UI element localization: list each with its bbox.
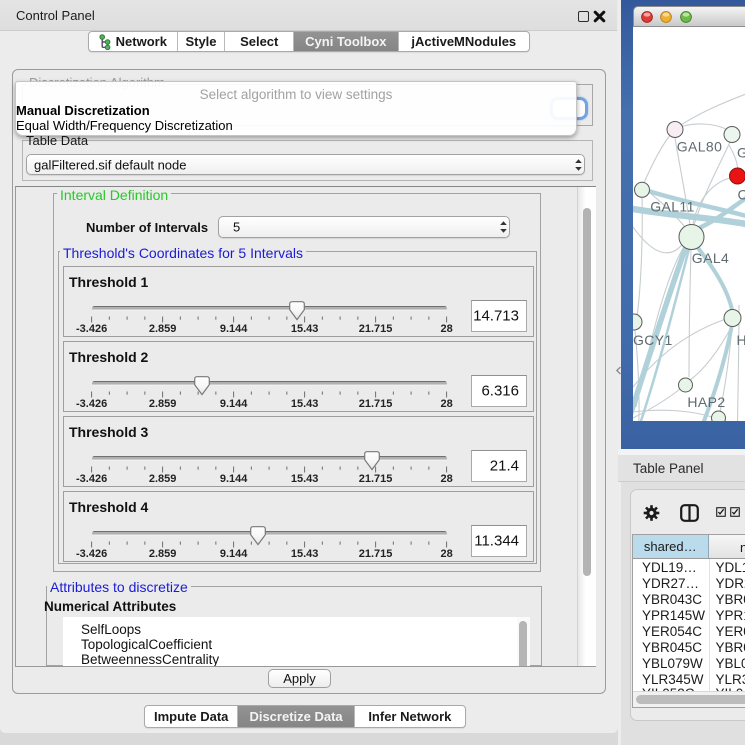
svg-text:GCY1: GCY1: [633, 332, 673, 348]
svg-text:GAL11: GAL11: [650, 199, 695, 215]
svg-text:H: H: [736, 332, 745, 348]
svg-text:HAP2: HAP2: [687, 394, 725, 410]
svg-text:GA: GA: [737, 145, 745, 161]
svg-text:GAL80: GAL80: [676, 139, 722, 155]
svg-text:C: C: [737, 187, 745, 203]
svg-text:GAL4: GAL4: [691, 250, 728, 266]
